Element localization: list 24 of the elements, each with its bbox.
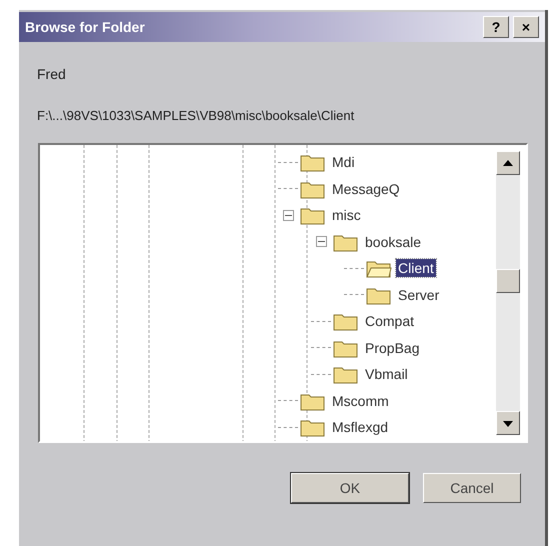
dialog-button[interactable]: Cancel <box>423 473 521 503</box>
folder-label[interactable]: misc <box>330 206 363 224</box>
title-bar-button[interactable]: ? <box>483 16 509 38</box>
folder-label[interactable]: Mscomm <box>330 392 391 410</box>
folder-label[interactable]: Mdi <box>330 153 357 172</box>
folder-label[interactable]: Compat <box>363 312 416 330</box>
vertical-scrollbar[interactable] <box>496 151 520 435</box>
title-bar-button[interactable]: × <box>513 16 539 38</box>
scroll-up-icon[interactable] <box>496 151 520 175</box>
scroll-thumb[interactable] <box>496 269 520 293</box>
folder-label[interactable]: Client <box>396 259 436 278</box>
folder-label[interactable]: Server <box>396 286 442 304</box>
folder-label[interactable]: Vbmail <box>363 365 410 384</box>
window-title: Browse for Folder <box>25 19 145 35</box>
folder-label[interactable]: PropBag <box>363 338 422 357</box>
collapse-icon[interactable] <box>316 236 326 248</box>
collapse-icon[interactable] <box>282 210 294 221</box>
prompt-text: Fred <box>37 66 67 82</box>
scroll-down-icon[interactable] <box>496 411 520 435</box>
folder-label[interactable]: booksale <box>363 232 424 251</box>
dialog-button[interactable]: OK <box>291 473 409 503</box>
folder-label[interactable]: MessageQ <box>330 180 402 198</box>
folder-label[interactable]: Msflexgd <box>330 418 390 436</box>
folder-path: F:\...\98VS\1033\SAMPLES\VB98\misc\booksale\Client <box>37 108 356 123</box>
